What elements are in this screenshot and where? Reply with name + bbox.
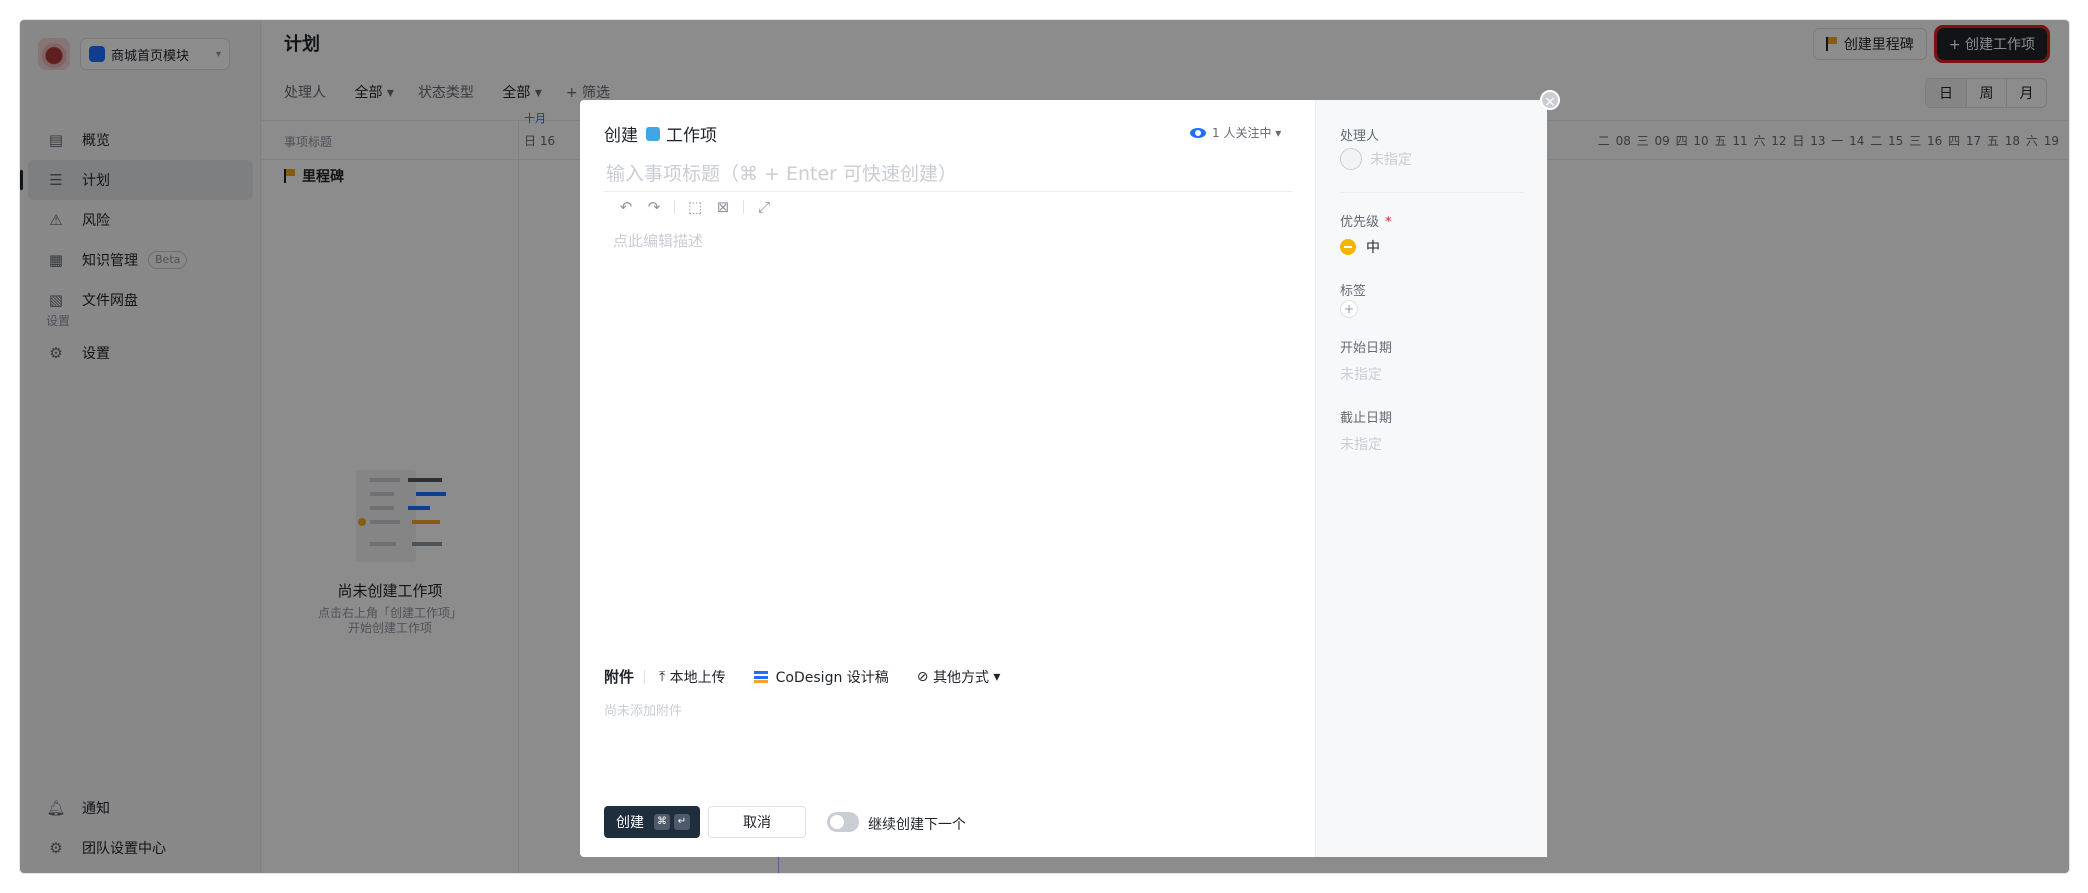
priority-medium-icon <box>1340 239 1356 255</box>
attachment-label: 附件 <box>604 668 635 686</box>
work-item-type-label[interactable]: 工作项 <box>666 121 717 146</box>
chevron-down-icon: ▾ <box>988 668 1001 685</box>
attachment-divider <box>644 669 646 684</box>
chevron-down-icon: ▾ <box>1271 125 1282 140</box>
watchers-label: 1 人关注中 <box>1212 126 1272 140</box>
modal-title: 创建 工作项 <box>604 121 717 146</box>
other-attach-label: 其他方式 <box>932 669 989 686</box>
required-marker: * <box>1385 215 1392 230</box>
priority-label: 优先级 * <box>1340 211 1392 230</box>
upload-icon: ⤒ <box>659 668 670 685</box>
toolbar-divider <box>743 200 744 214</box>
local-upload-label: 本地上传 <box>669 669 726 686</box>
codesign-button[interactable]: CoDesign 设计稿 <box>753 667 889 687</box>
eye-icon <box>1190 127 1206 138</box>
work-item-type-icon[interactable] <box>646 126 660 141</box>
enter-key-icon: ↵ <box>674 814 690 830</box>
toolbar-divider <box>674 200 675 214</box>
app-window: 商城首页模块 ▾ ▤ 概览 ☰ 计划 ⚠ 风险 ▦ 知识管理 Beta ▧ 文件… <box>20 20 2069 873</box>
avatar-placeholder-icon <box>1340 148 1362 170</box>
clear-format-icon[interactable]: ⊠ <box>709 198 737 216</box>
close-icon[interactable]: × <box>1540 90 1560 110</box>
attachment-row: 附件 ⤒ 本地上传 CoDesign 设计稿 ⊘ 其他方式 ▾ <box>604 666 1028 687</box>
assignee-value: 未指定 <box>1370 152 1412 168</box>
property-divider <box>1340 192 1524 193</box>
codesign-icon <box>753 670 768 683</box>
watchers-button[interactable]: 1 人关注中 ▾ <box>1190 124 1281 141</box>
local-upload-button[interactable]: ⤒ 本地上传 <box>659 667 726 687</box>
properties-panel: 处理人 未指定 优先级 * 中 标签 + 开始日期 未指定 截止日期 未指定 <box>1315 100 1547 857</box>
create-button-label: 创建 <box>616 815 644 831</box>
select-icon[interactable]: ⬚ <box>681 198 709 216</box>
priority-value: 中 <box>1366 240 1380 256</box>
assignee-label: 处理人 <box>1340 129 1380 144</box>
link-icon: ⊘ <box>916 668 933 685</box>
add-tag-icon[interactable]: + <box>1340 300 1358 318</box>
redo-icon[interactable]: ↷ <box>640 198 668 216</box>
expand-icon[interactable]: ⤢ <box>750 198 778 216</box>
modal-main-panel: 创建 工作项 1 人关注中 ▾ ↶ ↷ ⬚ ⊠ ⤢ 点此编辑描述 <box>580 100 1315 857</box>
cancel-button[interactable]: 取消 <box>708 806 806 838</box>
due-date-picker[interactable]: 未指定 <box>1340 434 1382 454</box>
priority-label-text: 优先级 <box>1340 215 1380 230</box>
continue-create-toggle[interactable] <box>827 812 859 832</box>
undo-icon[interactable]: ↶ <box>612 198 640 216</box>
create-button[interactable]: 创建 ⌘ ↵ <box>604 806 700 838</box>
due-date-label: 截止日期 <box>1340 411 1393 426</box>
create-work-item-modal: 创建 工作项 1 人关注中 ▾ ↶ ↷ ⬚ ⊠ ⤢ 点此编辑描述 <box>580 100 1547 857</box>
codesign-label: CoDesign 设计稿 <box>775 669 889 686</box>
other-attach-button[interactable]: ⊘ 其他方式 ▾ <box>917 667 1001 687</box>
start-date-label: 开始日期 <box>1340 341 1393 356</box>
title-input[interactable] <box>604 156 1292 192</box>
assignee-picker[interactable]: 未指定 <box>1340 148 1412 170</box>
command-key-icon: ⌘ <box>654 814 670 830</box>
tags-label: 标签 <box>1340 284 1367 299</box>
editor-toolbar: ↶ ↷ ⬚ ⊠ ⤢ <box>612 198 778 216</box>
attachment-empty-text: 尚未添加附件 <box>604 704 683 719</box>
description-editor[interactable]: 点此编辑描述 <box>613 230 703 251</box>
continue-create-label: 继续创建下一个 <box>868 817 966 833</box>
start-date-picker[interactable]: 未指定 <box>1340 364 1382 384</box>
modal-title-prefix: 创建 <box>604 126 638 146</box>
priority-picker[interactable]: 中 <box>1340 237 1380 257</box>
